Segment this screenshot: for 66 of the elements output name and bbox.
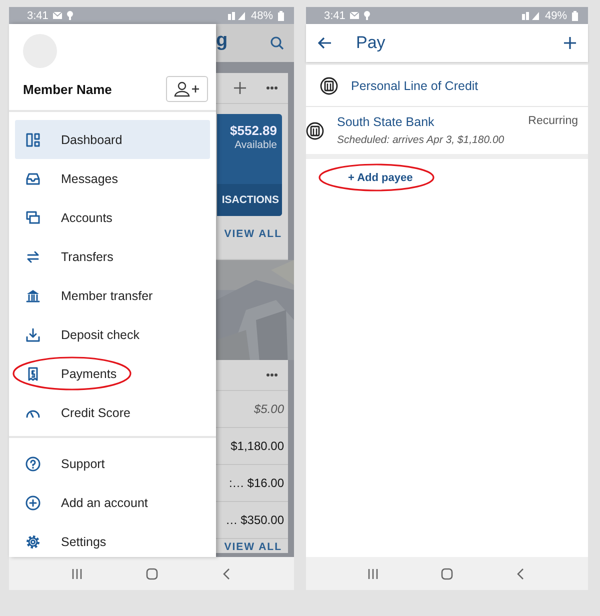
menu-item[interactable]: Support	[15, 444, 210, 483]
transaction-amount: $350.00	[240, 513, 284, 527]
signal-icon	[228, 11, 246, 20]
add-icon[interactable]	[234, 82, 246, 94]
payee-name: South State Bank	[337, 115, 434, 129]
balance-label: Available	[234, 139, 278, 153]
transaction-amount: $16.00	[247, 476, 284, 490]
bank-icon	[25, 288, 41, 304]
bank-building-icon	[320, 76, 338, 94]
add-person-button[interactable]	[166, 76, 208, 102]
transaction-description: …	[226, 513, 238, 527]
signal-icon	[522, 11, 540, 20]
transactions-tab[interactable]: ISACTIONS	[217, 184, 282, 216]
recent-apps-icon[interactable]	[70, 568, 82, 580]
battery-icon	[572, 10, 578, 20]
balance-amount: $552.89	[230, 122, 278, 139]
dashboard-icon	[25, 132, 41, 148]
menu-item[interactable]: Payments	[15, 354, 210, 393]
battery-percent: 48%	[250, 10, 273, 22]
location-pin-icon	[364, 11, 370, 20]
battery-icon	[278, 10, 284, 20]
home-icon[interactable]	[146, 568, 158, 580]
balance-tile[interactable]: $552.89 Available ISACTIONS	[217, 114, 282, 216]
add-person-icon	[174, 81, 200, 97]
screen-title: Pay	[356, 33, 386, 53]
settings-icon	[25, 534, 41, 550]
help-icon	[25, 456, 41, 472]
more-icon[interactable]	[266, 373, 278, 377]
more-icon[interactable]	[266, 86, 278, 90]
transaction-description: :…	[228, 476, 244, 490]
status-time: 3:41	[324, 10, 346, 22]
payee-name: Personal Line of Credit	[351, 78, 478, 92]
transaction-amount: $1,180.00	[230, 439, 284, 453]
menu-item[interactable]: Credit Score	[15, 393, 210, 432]
back-icon[interactable]	[220, 568, 232, 580]
add-circle-icon	[25, 494, 41, 510]
status-time: 3:41	[27, 10, 48, 22]
menu-item[interactable]: Member transfer	[15, 276, 210, 315]
download-tray-icon	[25, 326, 41, 342]
location-pin-icon	[67, 11, 74, 20]
inbox-icon	[25, 170, 41, 186]
menu-item[interactable]: Add an account	[15, 483, 210, 522]
back-arrow-icon[interactable]	[318, 37, 332, 49]
payment-status: Recurring	[528, 115, 578, 129]
payment-detail: Scheduled: arrives Apr 3, $1,180.00	[337, 134, 506, 146]
add-icon[interactable]	[564, 37, 576, 49]
menu-item[interactable]: Dashboard	[15, 120, 210, 159]
mail-icon	[350, 12, 360, 19]
search-icon[interactable]	[270, 36, 284, 50]
transfer-arrows-icon	[25, 248, 41, 264]
home-icon[interactable]	[441, 568, 453, 580]
bank-building-icon	[306, 122, 324, 140]
cards-icon	[25, 210, 41, 226]
recent-apps-icon[interactable]	[367, 568, 379, 580]
menu-item[interactable]: Deposit check	[15, 315, 210, 354]
menu-item[interactable]: Settings	[15, 522, 210, 561]
member-name: Member Name	[23, 82, 112, 96]
payee-item[interactable]: Personal Line of Credit	[306, 65, 588, 106]
screen-title: g	[216, 30, 228, 52]
menu-item[interactable]: Accounts	[15, 198, 210, 237]
transaction-amount: $5.00	[254, 402, 284, 416]
menu-item[interactable]: Transfers	[15, 237, 210, 276]
view-all-link[interactable]: VIEW ALL	[216, 538, 288, 553]
mail-icon	[53, 12, 62, 19]
battery-percent: 49%	[544, 10, 567, 22]
menu-item[interactable]: Messages	[15, 159, 210, 198]
